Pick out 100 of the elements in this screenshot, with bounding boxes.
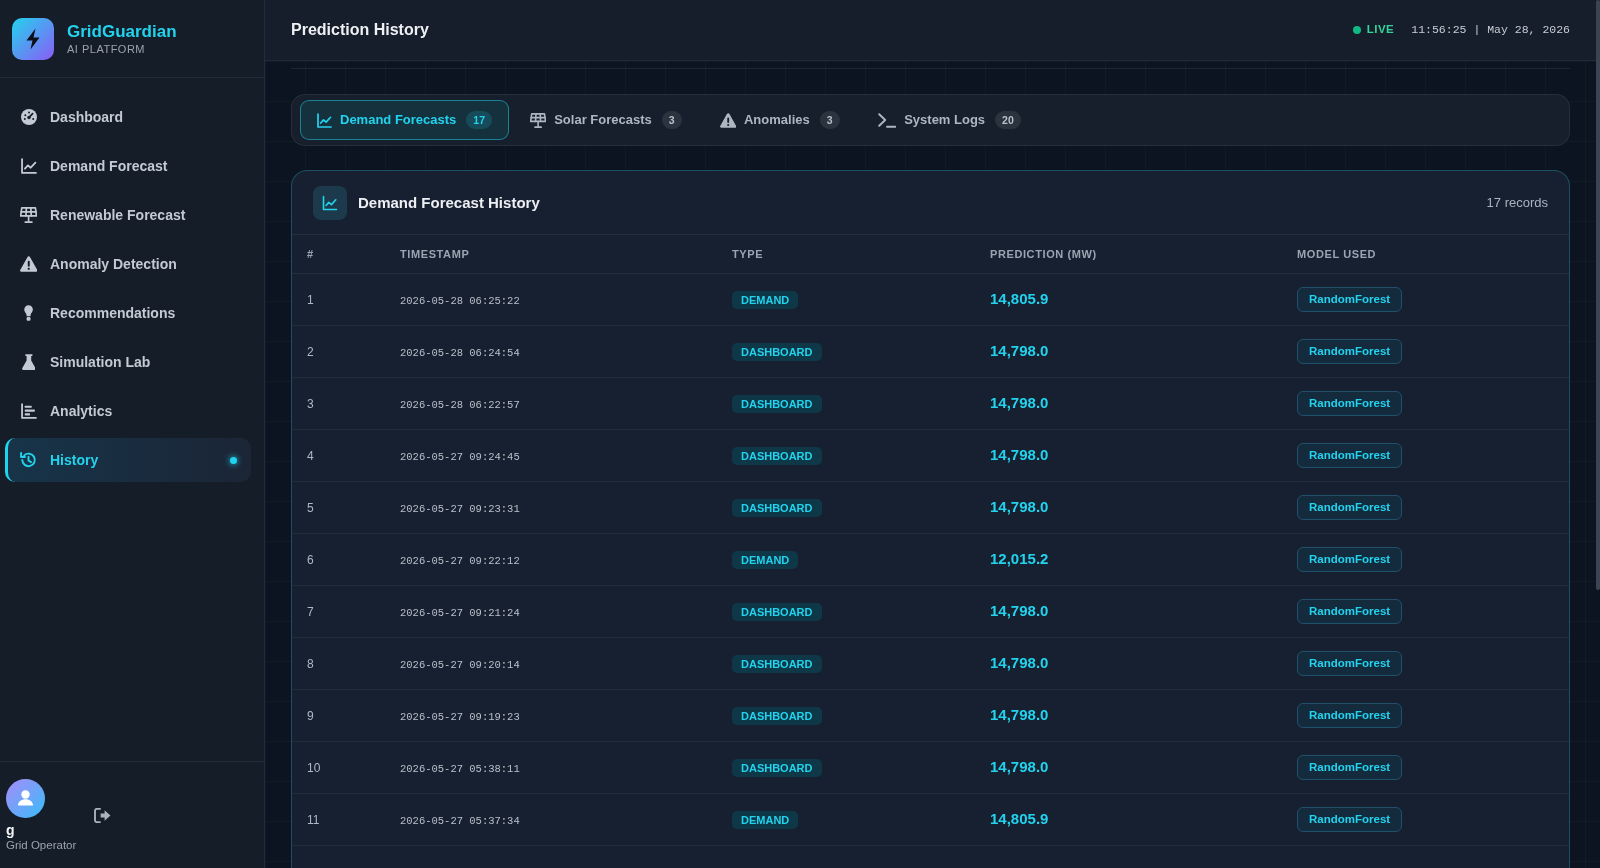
- model-badge: RandomForest: [1297, 287, 1403, 312]
- timestamp-text: 2026-05-27 09:23:31: [400, 503, 520, 515]
- sidebar-item[interactable]: Anomaly Detection: [5, 242, 251, 286]
- timestamp-text: 2026-05-28 06:24:54: [400, 347, 520, 359]
- brand-tagline: AI PLATFORM: [67, 41, 147, 56]
- row-number: 2: [307, 345, 314, 359]
- user-role: Grid Operator: [6, 838, 77, 852]
- count-badge: 3: [819, 111, 840, 129]
- timestamp-text: 2026-05-28 06:25:22: [400, 295, 520, 307]
- solar-panel-icon: [19, 207, 38, 223]
- column-header: MODEL USED: [1297, 247, 1377, 260]
- prediction-value: 14,798.0: [990, 342, 1049, 359]
- type-badge: DEMAND: [732, 811, 799, 829]
- sidebar-item[interactable]: Recommendations: [5, 291, 251, 335]
- timestamp-text: 2026-05-28 06:22:57: [400, 399, 520, 411]
- type-badge: DASHBOARD: [732, 759, 822, 777]
- type-badge: DASHBOARD: [732, 395, 822, 413]
- panel-title: Demand Forecast History: [358, 193, 540, 212]
- tab[interactable]: System Logs 20: [860, 100, 1038, 140]
- sidebar-item[interactable]: Renewable Forecast: [5, 193, 251, 237]
- type-badge: DEMAND: [732, 551, 799, 569]
- tab[interactable]: Anomalies 3: [702, 100, 857, 140]
- column-header: TIMESTAMP: [400, 247, 470, 260]
- logout-icon[interactable]: [94, 808, 112, 823]
- record-count: 17 records: [1486, 193, 1548, 212]
- type-badge: DASHBOARD: [732, 447, 822, 465]
- live-status-dot-icon: [1352, 26, 1361, 34]
- gauge-icon: [20, 109, 37, 125]
- model-badge: RandomForest: [1297, 703, 1403, 728]
- sidebar-item[interactable]: History: [5, 438, 251, 482]
- sidebar-item[interactable]: Dashboard: [5, 95, 251, 139]
- timestamp-text: 2026-05-27 05:37:34: [400, 815, 520, 827]
- column-header: PREDICTION (MW): [990, 247, 1097, 260]
- column-header: TYPE: [732, 247, 764, 260]
- flask-icon: [21, 354, 36, 370]
- row-number: 7: [307, 605, 314, 619]
- type-badge: DASHBOARD: [732, 603, 822, 621]
- model-badge: RandomForest: [1297, 599, 1403, 624]
- row-number: 4: [307, 449, 314, 463]
- type-badge: DASHBOARD: [732, 499, 822, 517]
- active-dot-icon: [230, 456, 237, 464]
- tab[interactable]: Solar Forecasts 3: [513, 100, 699, 140]
- terminal-icon: [877, 112, 897, 128]
- sidebar-item[interactable]: Demand Forecast: [5, 144, 251, 188]
- timestamp-text: 2026-05-27 09:24:45: [400, 451, 520, 463]
- model-badge: RandomForest: [1297, 391, 1403, 416]
- prediction-value: 14,805.9: [990, 290, 1049, 307]
- scrollbar-thumb[interactable]: [1596, 0, 1600, 590]
- sidebar-item[interactable]: Simulation Lab: [5, 340, 251, 384]
- model-badge: RandomForest: [1297, 755, 1403, 780]
- prediction-value: 14,798.0: [990, 446, 1049, 463]
- warning-icon: [719, 112, 736, 128]
- prediction-value: 12,015.2: [990, 550, 1049, 567]
- type-badge: DASHBOARD: [732, 343, 822, 361]
- timestamp-text: 2026-05-27 09:20:14: [400, 659, 520, 671]
- prediction-value: 14,798.0: [990, 706, 1049, 723]
- model-badge: RandomForest: [1297, 339, 1403, 364]
- row-number: 3: [307, 397, 314, 411]
- row-number: 1: [307, 293, 314, 307]
- prediction-value: 14,798.0: [990, 602, 1049, 619]
- timestamp-text: 2026-05-27 05:38:11: [400, 763, 520, 775]
- timestamp-text: 2026-05-27 09:21:24: [400, 607, 520, 619]
- warning-icon: [19, 256, 38, 272]
- live-status: LIVE: [1366, 22, 1395, 38]
- model-badge: RandomForest: [1297, 651, 1403, 676]
- bar-chart-icon: [20, 403, 37, 419]
- prediction-value: 14,805.9: [990, 810, 1049, 827]
- user-name: g: [6, 822, 16, 838]
- row-number: 6: [307, 553, 314, 567]
- model-badge: RandomForest: [1297, 495, 1403, 520]
- row-number: 11: [307, 813, 320, 827]
- page-title: Prediction History: [291, 20, 429, 40]
- brand-name: GridGuardian: [67, 21, 177, 42]
- count-badge: 20: [995, 111, 1021, 129]
- row-number: 9: [307, 709, 314, 723]
- model-badge: RandomForest: [1297, 547, 1403, 572]
- history-icon: [20, 452, 37, 468]
- solar-panel-icon: [530, 112, 547, 128]
- sidebar-item[interactable]: Analytics: [5, 389, 251, 433]
- timestamp-text: 2026-05-27 09:19:23: [400, 711, 520, 723]
- clock-text: 11:56:25 | May 28, 2026: [1411, 22, 1570, 39]
- lightbulb-icon: [23, 305, 34, 321]
- line-chart-icon: [317, 112, 332, 128]
- tab[interactable]: Demand Forecasts 17: [300, 100, 509, 140]
- type-badge: DASHBOARD: [732, 655, 822, 673]
- row-number: 8: [307, 657, 314, 671]
- type-badge: DEMAND: [732, 291, 799, 309]
- prediction-value: 14,798.0: [990, 758, 1049, 775]
- user-avatar-icon: [6, 779, 45, 818]
- prediction-value: 14,798.0: [990, 654, 1049, 671]
- prediction-value: 14,798.0: [990, 498, 1049, 515]
- model-badge: RandomForest: [1297, 807, 1403, 832]
- line-chart-icon: [20, 158, 37, 174]
- prediction-value: 14,798.0: [990, 394, 1049, 411]
- lightning-bolt-logo-icon: [12, 17, 54, 60]
- count-badge: 3: [661, 111, 682, 129]
- line-chart-icon: [313, 185, 347, 220]
- row-number: 5: [307, 501, 314, 515]
- timestamp-text: 2026-05-27 09:22:12: [400, 555, 520, 567]
- type-badge: DASHBOARD: [732, 707, 822, 725]
